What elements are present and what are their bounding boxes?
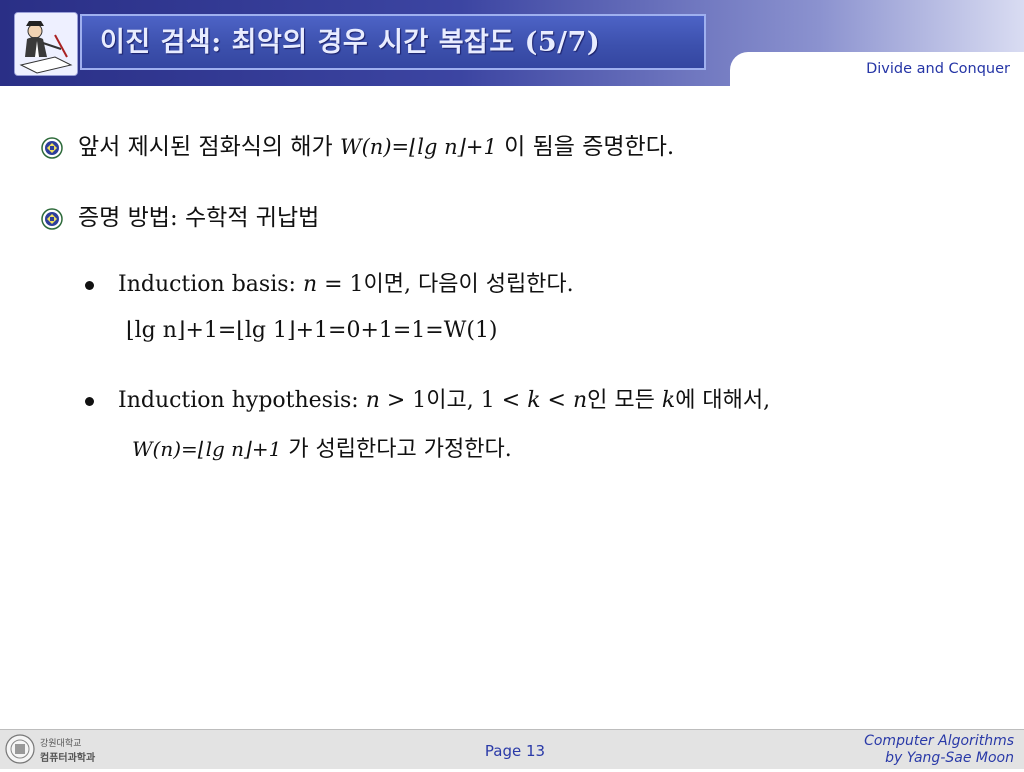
professor-logo-icon (14, 12, 78, 76)
sub-bullet-dot (85, 397, 94, 406)
page-number: Page 13 (484, 742, 546, 760)
bullet-1: 앞서 제시된 점화식의 해가 W(n)=⌊lg n⌋+1 이 됨을 증명한다. (78, 131, 674, 163)
main-content: 앞서 제시된 점화식의 해가 W(n)=⌊lg n⌋+1 이 됨을 증명한다. … (0, 100, 1024, 520)
sub-bullet-2-var4: k (661, 388, 676, 413)
sub-bullet-1: Induction basis: n = 1이면, 다음이 성립한다. (118, 270, 574, 300)
sub-bullet-2-formula: W(n)=⌊lg n⌋+1 (132, 437, 282, 461)
logo-text-top: 강원대학교 (40, 739, 82, 749)
sub-bullet-1-lead: Induction basis: (118, 272, 303, 297)
sub-bullet-1-rest: = 1이면, 다음이 성립한다. (317, 272, 574, 297)
sub-bullet-2-formula-line: W(n)=⌊lg n⌋+1 가 성립한다고 가정한다. (132, 434, 512, 465)
sub-bullet-2: Induction hypothesis: n > 1이고, 1 < k < n… (118, 386, 770, 416)
emblem-bullet-icon (41, 208, 63, 230)
sub-bullet-2-mid1: > 1이고, 1 < (379, 388, 528, 413)
bullet-2: 증명 방법: 수학적 귀납법 (78, 205, 320, 231)
sub-bullet-2-rest: 에 대해서, (675, 388, 771, 413)
sub-bullet-1-formula: ⌊lg n⌋+1=⌊lg 1⌋+1=0+1=1=W(1) (126, 318, 498, 343)
author-credit: by Yang-Sae Moon (885, 750, 1014, 766)
sub-bullet-2-var3: n (572, 388, 588, 413)
bullet-1-text-after: 이 됨을 증명한다. (504, 134, 675, 160)
bullet-1-text-before: 앞서 제시된 점화식의 해가 (78, 134, 341, 160)
emblem-bullet-icon (41, 137, 63, 159)
university-seal-icon (5, 734, 35, 764)
department-logo: 강원대학교 컴퓨터과학과 (2, 730, 102, 768)
sub-bullet-2-formula-after: 가 성립한다고 가정한다. (281, 437, 512, 462)
bullet-1-formula: W(n)=⌊lg n⌋+1 (340, 135, 497, 159)
sub-bullet-2-mid2: < (540, 388, 573, 413)
logo-text-bottom: 컴퓨터과학과 (40, 753, 96, 764)
sub-bullet-1-var: n (302, 272, 318, 297)
sub-bullet-2-lead: Induction hypothesis: (118, 388, 366, 413)
course-credit: Computer Algorithms (864, 733, 1014, 749)
sub-bullet-2-mid3: 인 모든 (587, 388, 662, 413)
section-subtitle: Divide and Conquer (866, 61, 1010, 77)
slide-title: 이진 검색: 최악의 경우 시간 복잡도 (5/7) (100, 27, 601, 58)
sub-bullet-dot (85, 281, 94, 290)
sub-bullet-2-var2: k (527, 388, 541, 413)
sub-bullet-2-var: n (365, 388, 380, 413)
